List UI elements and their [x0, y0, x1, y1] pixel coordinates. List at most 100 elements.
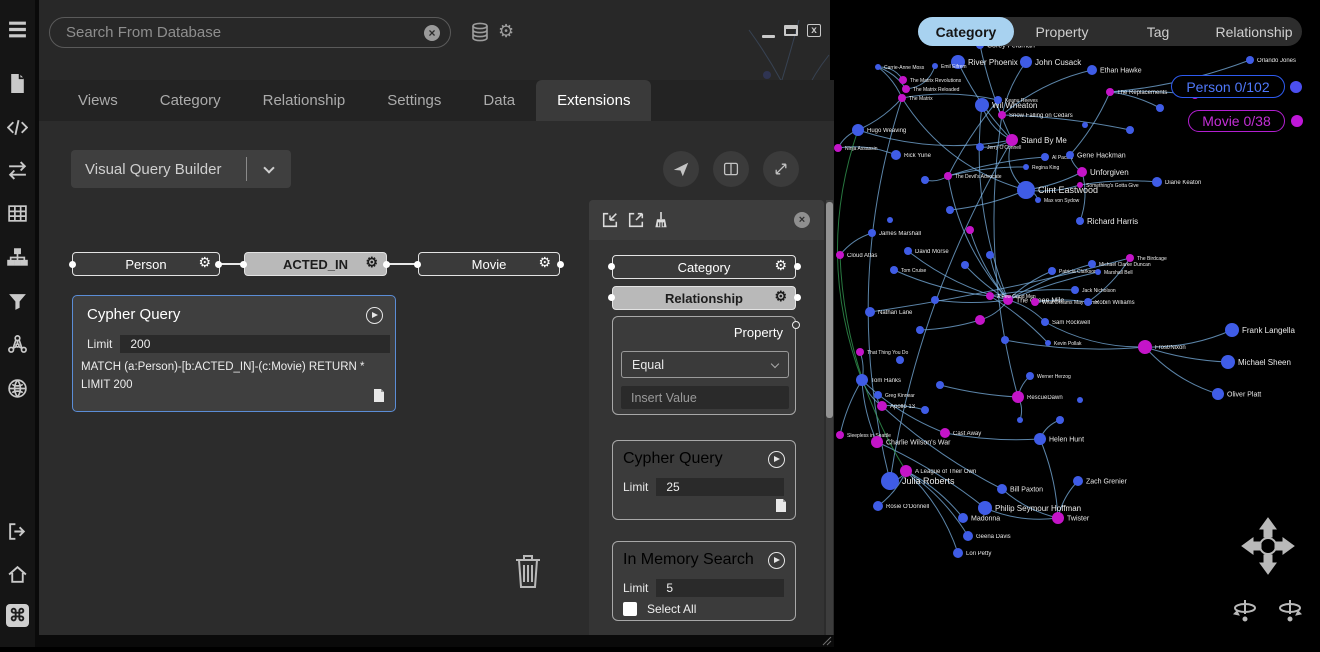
pan-control[interactable]: [1236, 510, 1300, 587]
home-icon[interactable]: [6, 563, 29, 586]
clear-search-icon[interactable]: ×: [424, 25, 440, 41]
menu-icon[interactable]: [6, 18, 29, 41]
person-node[interactable]: [963, 531, 973, 541]
person-node[interactable]: [1087, 65, 1097, 75]
gear-icon[interactable]: ⚙: [774, 288, 787, 305]
connector-dot[interactable]: [557, 261, 564, 268]
person-node[interactable]: [976, 143, 984, 151]
movie-node[interactable]: [834, 144, 842, 152]
badge-movie[interactable]: Movie 0/38: [1188, 110, 1285, 132]
graph-tab-relationship[interactable]: Relationship: [1206, 17, 1302, 46]
table-icon[interactable]: [6, 202, 29, 225]
gear-icon[interactable]: ⚙: [538, 254, 551, 271]
graph-tab-property[interactable]: Property: [1014, 17, 1110, 46]
person-node[interactable]: [1152, 177, 1162, 187]
swap-arrows-icon[interactable]: [6, 159, 29, 182]
person-node[interactable]: [1076, 217, 1084, 225]
pan-down-arrow[interactable]: [1260, 555, 1276, 574]
person-node[interactable]: [975, 98, 989, 112]
person-node[interactable]: [946, 206, 954, 214]
minimize-button[interactable]: [762, 35, 775, 38]
person-node[interactable]: [1023, 164, 1029, 170]
connector-dot[interactable]: [69, 261, 76, 268]
scrollbar-thumb[interactable]: [826, 202, 833, 418]
search-input[interactable]: [66, 24, 424, 41]
gear-icon[interactable]: ⚙: [365, 254, 378, 271]
person-node[interactable]: [997, 484, 1007, 494]
movie-node[interactable]: [1031, 298, 1039, 306]
person-node[interactable]: [986, 251, 994, 259]
expand-button[interactable]: [763, 151, 799, 187]
person-node[interactable]: [916, 326, 924, 334]
filter-icon[interactable]: [6, 290, 29, 313]
gear-icon[interactable]: ⚙: [198, 254, 211, 271]
person-node[interactable]: [1026, 372, 1034, 380]
person-node[interactable]: [891, 150, 901, 160]
movie-node[interactable]: [986, 292, 994, 300]
person-node[interactable]: [1246, 56, 1254, 64]
person-node[interactable]: [961, 261, 969, 269]
movie-node[interactable]: [898, 94, 906, 102]
pan-right-arrow[interactable]: [1275, 538, 1294, 554]
person-node[interactable]: [1221, 355, 1235, 369]
pan-left-arrow[interactable]: [1242, 538, 1261, 554]
gear-icon[interactable]: ⚙: [774, 257, 787, 274]
movie-node[interactable]: [1126, 254, 1134, 262]
database-icon[interactable]: [470, 22, 490, 47]
person-node[interactable]: [1017, 181, 1035, 199]
command-icon[interactable]: ⌘: [6, 604, 29, 627]
globe-icon[interactable]: [6, 377, 29, 400]
graph-tab-tag[interactable]: Tag: [1110, 17, 1206, 46]
person-node[interactable]: [1077, 397, 1083, 403]
split-view-button[interactable]: [713, 151, 749, 187]
connector-dot[interactable]: [608, 263, 615, 270]
graph-tab-category[interactable]: Category: [918, 17, 1014, 46]
export-icon[interactable]: [627, 211, 645, 229]
person-node[interactable]: [1088, 260, 1096, 268]
movie-node[interactable]: [1106, 88, 1114, 96]
network-icon[interactable]: [6, 333, 29, 356]
person-node[interactable]: [1001, 336, 1009, 344]
badge-person[interactable]: Person 0/102: [1171, 75, 1285, 98]
tab-data[interactable]: Data: [462, 80, 536, 121]
run-query-icon[interactable]: [366, 307, 383, 324]
person-node[interactable]: [887, 217, 893, 223]
close-panel-icon[interactable]: ×: [794, 212, 810, 228]
person-node[interactable]: [1048, 267, 1056, 275]
run-search-icon[interactable]: [768, 552, 785, 569]
movie-node[interactable]: [944, 172, 952, 180]
movie-node[interactable]: [975, 315, 985, 325]
person-node[interactable]: [1035, 197, 1041, 203]
panel-pill-category[interactable]: Category⚙: [612, 255, 796, 279]
tab-views[interactable]: Views: [57, 80, 139, 121]
limit-input[interactable]: [656, 478, 784, 496]
person-node[interactable]: [1095, 269, 1101, 275]
settings-gear-icon[interactable]: ⚙: [498, 21, 514, 42]
person-node[interactable]: [1045, 340, 1051, 346]
operator-select[interactable]: Equal: [621, 351, 789, 378]
person-node[interactable]: [1126, 126, 1134, 134]
person-node[interactable]: [904, 247, 912, 255]
connector-dot[interactable]: [383, 261, 390, 268]
person-node[interactable]: [875, 64, 881, 70]
import-icon[interactable]: [601, 211, 619, 229]
badge-color-dot[interactable]: [1291, 115, 1303, 127]
movie-node[interactable]: [1012, 391, 1024, 403]
person-node[interactable]: [1020, 56, 1032, 68]
connector-dot[interactable]: [240, 261, 247, 268]
movie-node[interactable]: [856, 348, 864, 356]
search-bar[interactable]: ×: [49, 17, 451, 48]
movie-node[interactable]: [902, 85, 910, 93]
person-node[interactable]: [936, 381, 944, 389]
person-node[interactable]: [1212, 388, 1224, 400]
run-query-icon[interactable]: [768, 451, 785, 468]
person-node[interactable]: [978, 501, 992, 515]
movie-node[interactable]: [877, 401, 887, 411]
person-node[interactable]: [1082, 122, 1088, 128]
rotate-left-icon[interactable]: [1231, 597, 1259, 630]
select-all-checkbox[interactable]: [623, 602, 637, 616]
person-node[interactable]: [873, 501, 883, 511]
tab-relationship[interactable]: Relationship: [242, 80, 367, 121]
person-node[interactable]: [1084, 298, 1092, 306]
person-node[interactable]: [852, 124, 864, 136]
